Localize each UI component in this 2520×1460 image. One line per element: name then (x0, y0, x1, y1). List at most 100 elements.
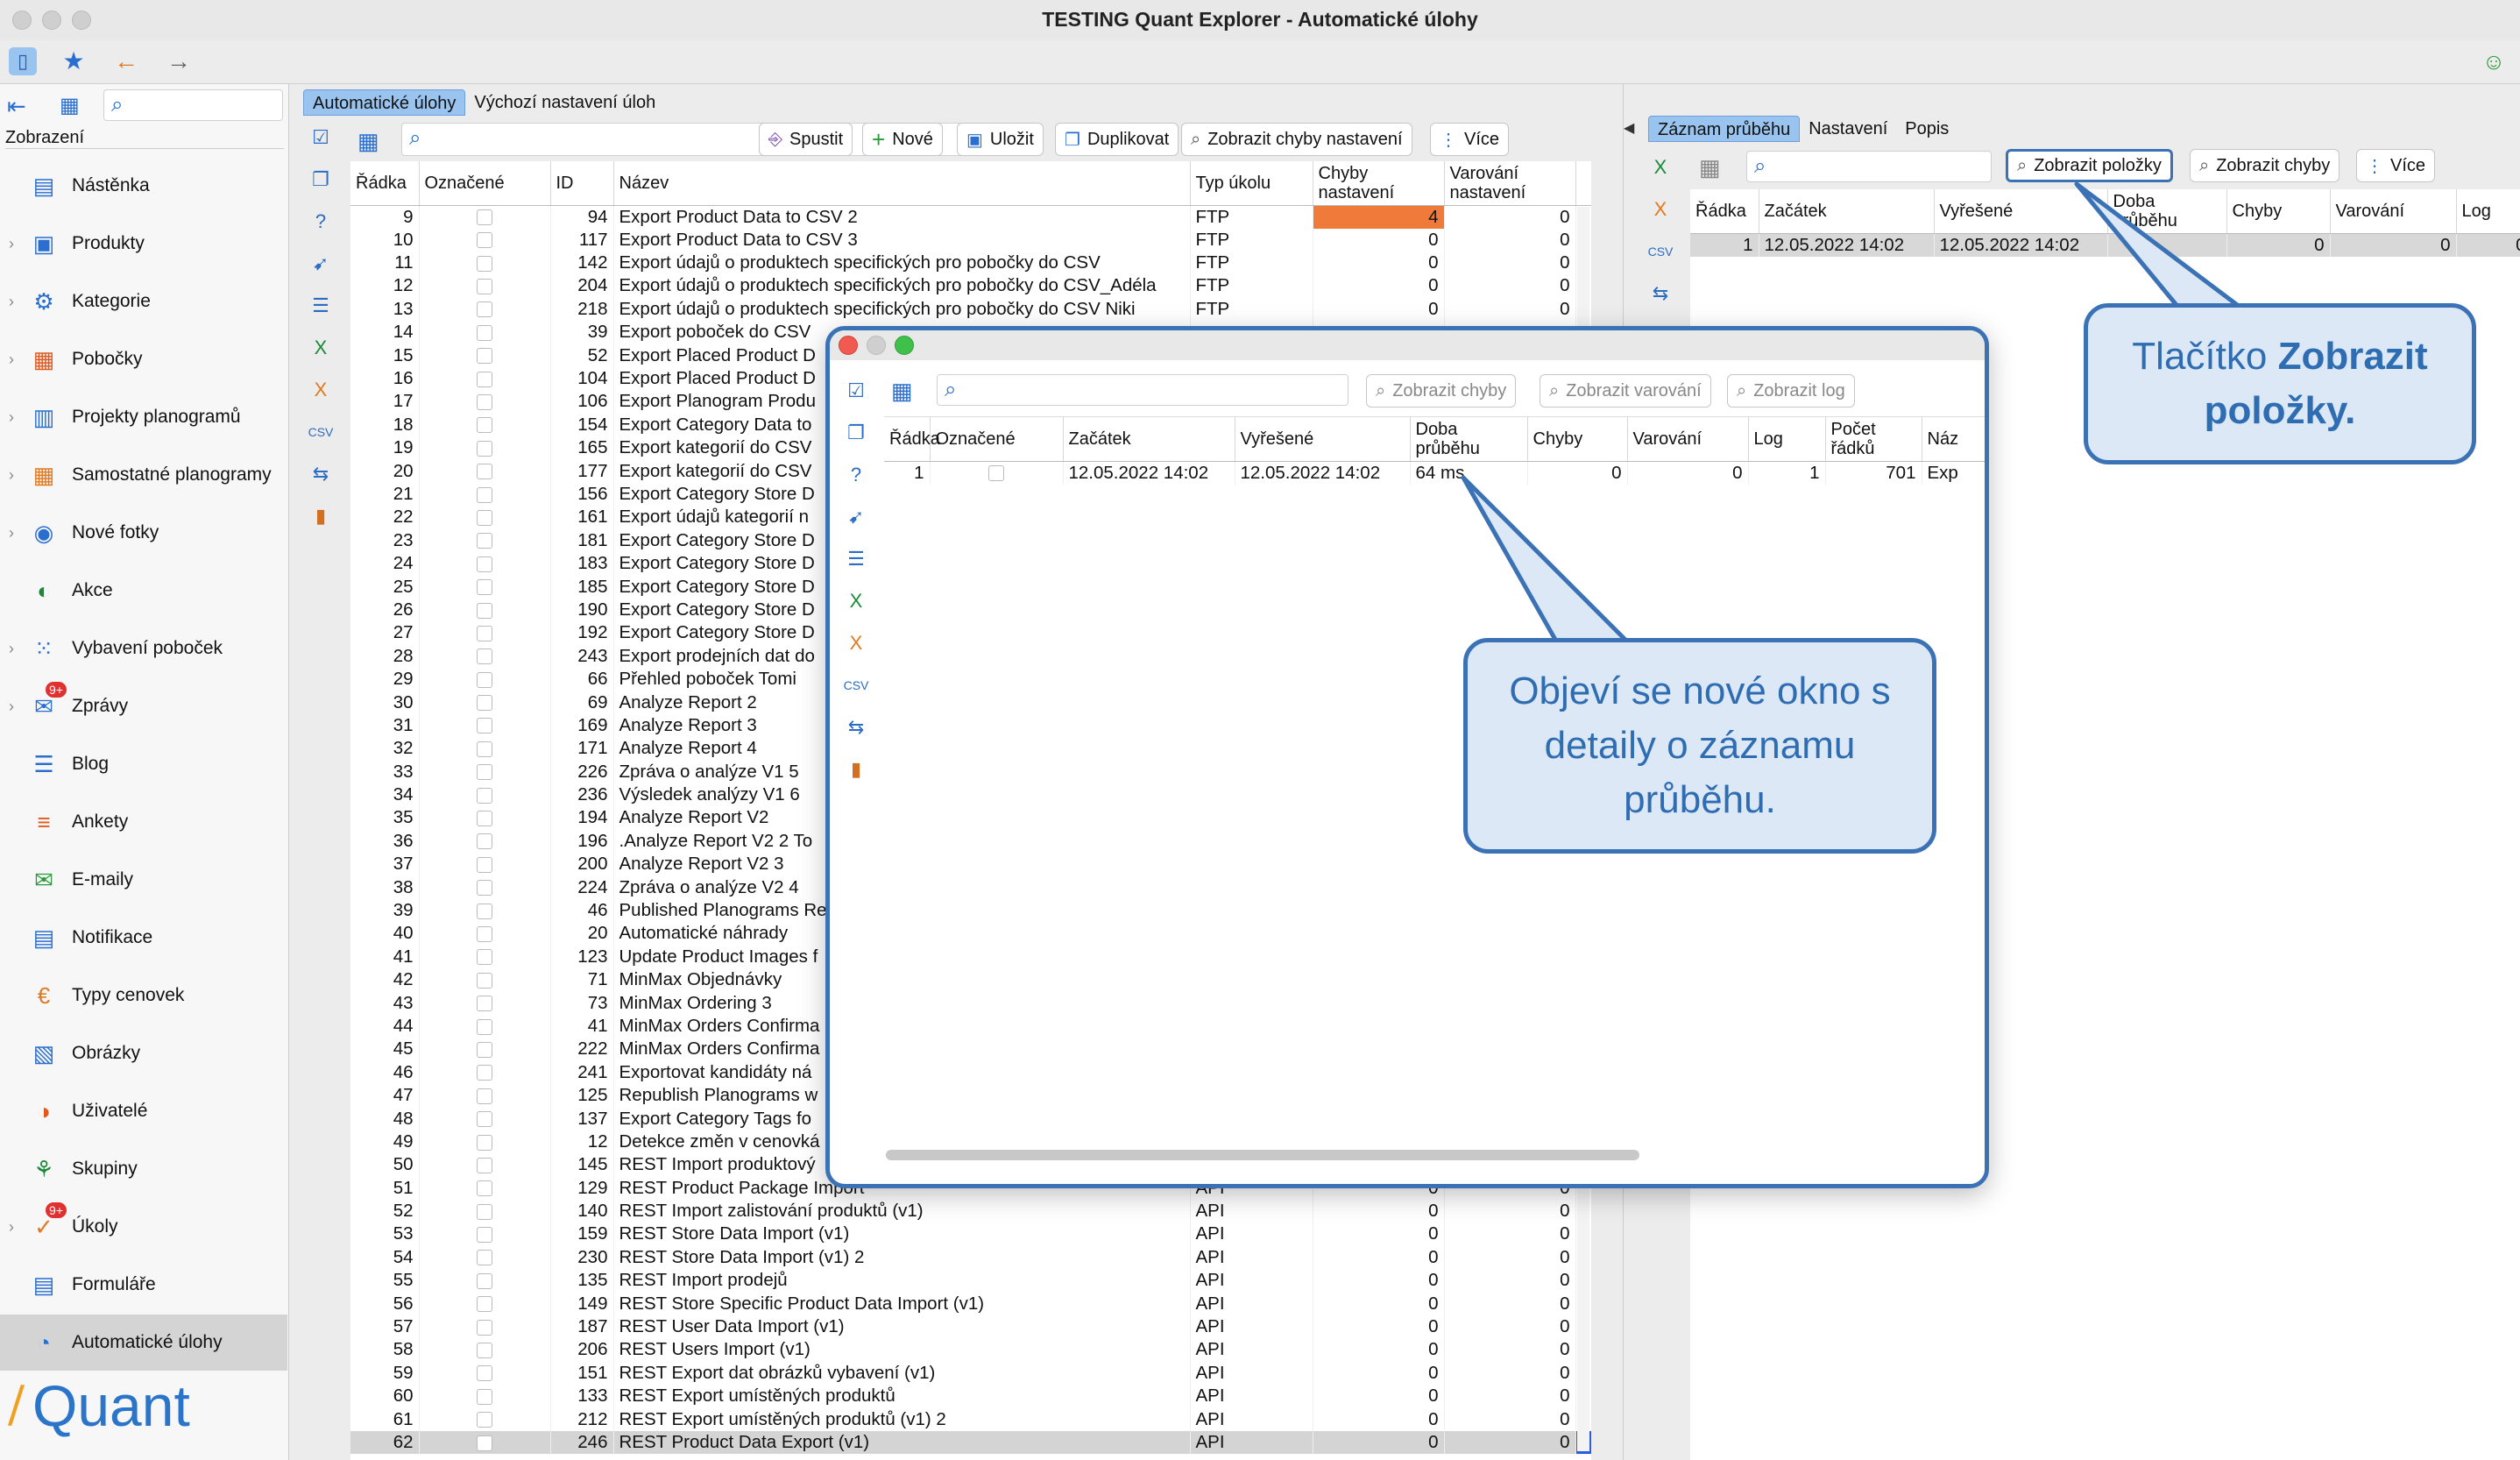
show-setting-errors-button[interactable]: ⌕ Zobrazit chyby nastavení (1181, 123, 1412, 156)
col-start[interactable]: Začátek (1759, 189, 1935, 234)
row-checkbox[interactable] (477, 1203, 492, 1220)
popup-horizontal-scrollbar[interactable] (886, 1150, 1639, 1160)
collapse-pane-icon[interactable]: ◀ (1624, 119, 1634, 137)
row-checkbox[interactable] (477, 509, 492, 526)
excel-export-icon[interactable]: X (1647, 154, 1674, 181)
col-marked[interactable]: Označené (419, 161, 551, 206)
close-window-button[interactable] (12, 11, 32, 30)
row-checkbox[interactable] (477, 1435, 492, 1451)
row-checkbox[interactable] (477, 1343, 492, 1359)
row-checkbox[interactable] (477, 1296, 492, 1313)
sidebar-toggle-icon[interactable]: ▯ (9, 47, 37, 75)
excel-export-icon[interactable]: X (843, 588, 869, 614)
chart-icon[interactable]: ▮ (843, 756, 869, 783)
excel-export-icon[interactable]: X (308, 335, 334, 361)
duplicate-button[interactable]: ❐ Duplikovat (1055, 123, 1179, 156)
sidebar-item-email[interactable]: ✉ E-maily (0, 852, 287, 908)
copy-icon[interactable]: ❐ (308, 167, 334, 193)
sidebar-item-task[interactable]: › ✓ 9+ Úkoly (0, 1199, 287, 1255)
row-checkbox[interactable] (477, 1272, 492, 1289)
maximize-window-button[interactable] (72, 11, 91, 30)
csv-icon[interactable]: CSV (843, 672, 869, 698)
col-task-type[interactable]: Typ úkolu (1190, 161, 1313, 206)
sidebar-item-equipment[interactable]: › ⁙ Vybavení poboček (0, 620, 287, 677)
row-checkbox[interactable] (477, 1088, 492, 1104)
row-checkbox[interactable] (477, 1412, 492, 1428)
view-settings-icon[interactable]: ▦ (60, 93, 80, 118)
row-checkbox[interactable] (477, 718, 492, 734)
col-errors[interactable]: Chyby (1527, 417, 1628, 462)
row-checkbox[interactable] (477, 833, 492, 850)
more-button[interactable]: ⋮ Více (1430, 123, 1510, 156)
list-icon[interactable]: ☰ (308, 293, 334, 319)
table-row[interactable]: 57 187 REST User Data Import (v1) API 0 0 (350, 1315, 1591, 1339)
table-row[interactable]: 60 133 REST Export umístěných produktů API 0… (350, 1385, 1591, 1408)
show-items-button[interactable]: ⌕ Zobrazit položky (2006, 149, 2173, 182)
sidebar-item-automation[interactable]: ◔ Automatické úlohy (0, 1315, 287, 1371)
col-log[interactable]: Log (2456, 189, 2520, 234)
row-checkbox[interactable] (477, 232, 492, 249)
row-checkbox[interactable] (477, 1065, 492, 1081)
row-checkbox[interactable] (477, 556, 492, 572)
sidebar-item-price-tag[interactable]: € Typy cenovek (0, 967, 287, 1024)
transfer-icon[interactable]: ⇆ (308, 461, 334, 487)
table-row[interactable]: 56 149 REST Store Specific Product Data Im… (350, 1292, 1591, 1315)
row-checkbox[interactable] (477, 1227, 492, 1244)
tab-settings[interactable]: Nastavení (1800, 116, 1896, 142)
popup-maximize-button[interactable] (895, 336, 914, 355)
row-checkbox[interactable] (988, 465, 1004, 482)
table-row[interactable]: 62 246 REST Product Data Export (v1) API 0 0 (350, 1430, 1591, 1455)
checklist-icon[interactable]: ☑ (308, 124, 334, 151)
save-button[interactable]: ▣ Uložit (957, 123, 1044, 156)
row-checkbox[interactable] (477, 972, 492, 989)
row-checkbox[interactable] (477, 440, 492, 457)
table-settings-icon[interactable]: ▦ (1699, 154, 1721, 181)
row-checkbox[interactable] (477, 371, 492, 387)
col-marked[interactable]: Označené (930, 417, 1064, 462)
row-checkbox[interactable] (477, 625, 492, 641)
help-icon[interactable]: ? (308, 209, 334, 235)
col-setting-warnings[interactable]: Varování nastavení (1444, 161, 1576, 206)
row-checkbox[interactable] (477, 1180, 492, 1197)
chevron-right-icon[interactable]: › (4, 524, 19, 542)
table-row[interactable]: 9 94 Export Product Data to CSV 2 FTP 4 0 (350, 205, 1591, 229)
csv-icon[interactable]: CSV (308, 419, 334, 445)
pointer-icon[interactable]: ➹ (843, 504, 869, 530)
sidebar-item-dashboard[interactable]: ▤ Nástěnka (0, 158, 287, 214)
row-checkbox[interactable] (477, 949, 492, 966)
row-checkbox[interactable] (477, 880, 492, 897)
row-checkbox[interactable] (477, 1319, 492, 1336)
forward-arrow-icon[interactable]: → (165, 47, 193, 75)
chart-icon[interactable]: ▮ (308, 503, 334, 529)
table-row[interactable]: 52 140 REST Import zalistování produktů (v… (350, 1199, 1591, 1223)
sidebar-item-category[interactable]: › ⚙ Kategorie (0, 273, 287, 330)
new-button[interactable]: + Nové (862, 123, 943, 156)
row-checkbox[interactable] (477, 764, 492, 781)
popup-close-button[interactable] (839, 336, 858, 355)
col-start[interactable]: Začátek (1063, 417, 1235, 462)
col-name[interactable]: Název (613, 161, 1191, 206)
detail-more-button[interactable]: ⋮ Více (2356, 149, 2436, 182)
row-checkbox[interactable] (477, 903, 492, 919)
list-icon[interactable]: ☰ (843, 546, 869, 572)
table-row[interactable]: 10 117 Export Product Data to CSV 3 FTP 0 0 (350, 228, 1591, 252)
sidebar-item-survey[interactable]: ≡ Ankety (0, 794, 287, 850)
back-arrow-icon[interactable]: ← (112, 47, 140, 75)
popup-show-log-button[interactable]: ⌕ Zobrazit log (1727, 374, 1855, 408)
row-checkbox[interactable] (477, 925, 492, 942)
table-row[interactable]: 55 135 REST Import prodejů API 0 0 (350, 1269, 1591, 1293)
col-warnings[interactable]: Varování (2330, 189, 2457, 234)
run-button[interactable]: ⎆ Spustit (759, 123, 853, 156)
sidebar-item-store[interactable]: › ▦ Pobočky (0, 331, 287, 387)
tab-run-log[interactable]: Záznam průběhu (1648, 116, 1801, 142)
row-checkbox[interactable] (477, 811, 492, 827)
transfer-icon[interactable]: ⇆ (843, 714, 869, 741)
col-row[interactable]: Řádka (1690, 189, 1759, 234)
row-checkbox[interactable] (477, 324, 492, 341)
sidebar-search-input[interactable]: ⌕ (103, 89, 283, 121)
sidebar-item-user[interactable]: ◑ Uživatelé (0, 1083, 287, 1139)
transfer-icon[interactable]: ⇆ (1647, 280, 1674, 307)
table-settings-icon[interactable]: ▦ (357, 128, 379, 155)
row-checkbox[interactable] (477, 648, 492, 665)
row-checkbox[interactable] (477, 255, 492, 272)
